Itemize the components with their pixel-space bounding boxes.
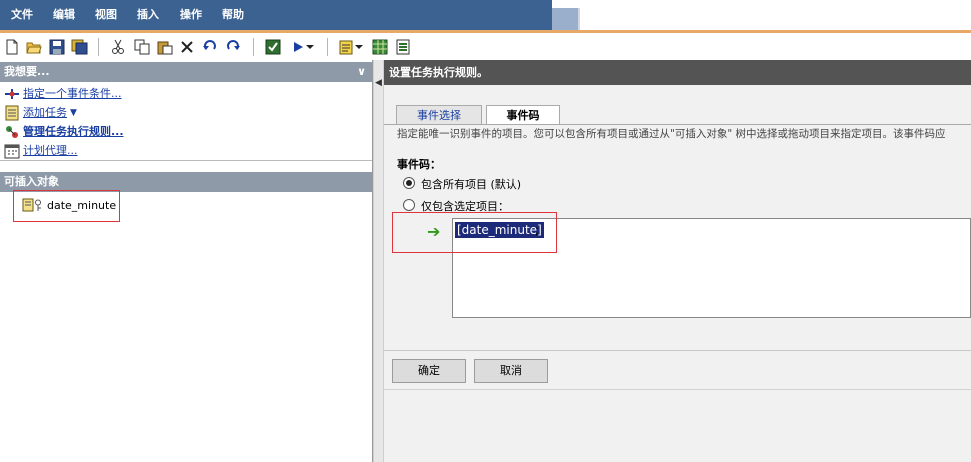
redo-icon[interactable] [224,38,242,56]
task-link-add-task[interactable]: 添加任务 ▼ [4,104,77,122]
tab-event-code[interactable]: 事件码 [486,105,560,125]
radio-include-all[interactable] [403,177,415,189]
insertable-objects-title: 可插入对象 [4,175,59,188]
dropdown-icon[interactable] [304,38,316,56]
cut-icon[interactable] [109,38,127,56]
button-bar-bottom [384,389,971,390]
collapse-icon[interactable]: ∨ [357,62,366,82]
menu-file[interactable]: 文件 [11,0,33,30]
task-label: 计划代理... [23,144,78,157]
save-all-icon[interactable] [71,38,89,56]
rule-panel-header: 设置任务执行规则。 [384,60,971,85]
task-link-event-condition[interactable]: 指定一个事件条件... [4,85,122,103]
schedule-icon [4,143,20,159]
chevron-down-icon[interactable]: ▼ [70,104,77,122]
rule-panel-title: 设置任务执行规则。 [389,66,488,79]
menu-insert[interactable]: 插入 [137,0,159,30]
grid-icon[interactable] [371,38,389,56]
radio-include-all-label: 包含所有项目 (默认) [421,178,522,191]
paste-icon[interactable] [156,38,174,56]
toolbar-separator [327,38,328,56]
panel-splitter[interactable]: ◀ [373,60,384,462]
description-text: 指定能唯一识别事件的项目。您可以包含所有项目或通过从"可插入对象" 树中选择或拖… [397,128,946,140]
tab-label: 事件选择 [417,109,461,122]
menu-edit[interactable]: 编辑 [53,0,75,30]
tasks-panel-header[interactable]: 我想要... ∨ [0,62,372,82]
menu-view[interactable]: 视图 [95,0,117,30]
check-icon[interactable] [264,38,282,56]
ok-button[interactable]: 确定 [392,359,466,383]
open-folder-icon[interactable] [25,38,43,56]
tasks-panel-title: 我想要... [4,65,50,78]
menu-actions[interactable]: 操作 [180,0,202,30]
undo-icon[interactable] [201,38,219,56]
task-link-schedule[interactable]: 计划代理... [4,142,78,160]
copy-icon[interactable] [133,38,151,56]
highlight-box [13,190,120,222]
menu-help[interactable]: 帮助 [222,0,244,30]
toolbar [0,33,971,60]
menu-bar-blank [580,8,971,31]
manage-rules-icon [4,124,20,140]
toolbar-separator [98,38,99,56]
add-task-icon [4,105,20,121]
button-bar-divider [384,350,971,351]
radio-include-selected[interactable] [403,199,415,211]
save-icon[interactable] [48,38,66,56]
report-icon[interactable] [394,38,412,56]
tasks-list: 指定一个事件条件... 添加任务 ▼ 管理任务执行规则... 计划代理... [0,82,372,161]
dropdown-icon[interactable] [353,38,365,56]
highlight-box [392,212,557,253]
delete-icon[interactable] [178,38,196,56]
menu-bar: 文件 编辑 视图 插入 操作 帮助 [0,0,552,30]
tab-label: 事件码 [506,109,540,122]
chevron-left-icon[interactable]: ◀ [375,78,382,88]
cancel-button[interactable]: 取消 [474,359,548,383]
event-condition-icon [4,86,20,102]
toolbar-separator [253,38,254,56]
task-link-manage-rules[interactable]: 管理任务执行规则... [4,123,124,141]
ok-button-label: 确定 [418,364,440,377]
event-code-label: 事件码： [397,158,441,171]
menu-bar-end [552,8,578,30]
task-label: 指定一个事件条件... [23,87,122,100]
tab-event-selection[interactable]: 事件选择 [396,105,482,125]
cancel-button-label: 取消 [500,364,522,377]
tab-underline [384,124,971,125]
task-label: 添加任务 [23,106,67,119]
new-file-icon[interactable] [3,38,21,56]
task-label: 管理任务执行规则... [23,125,124,138]
insertable-objects-header: 可插入对象 [0,172,372,192]
